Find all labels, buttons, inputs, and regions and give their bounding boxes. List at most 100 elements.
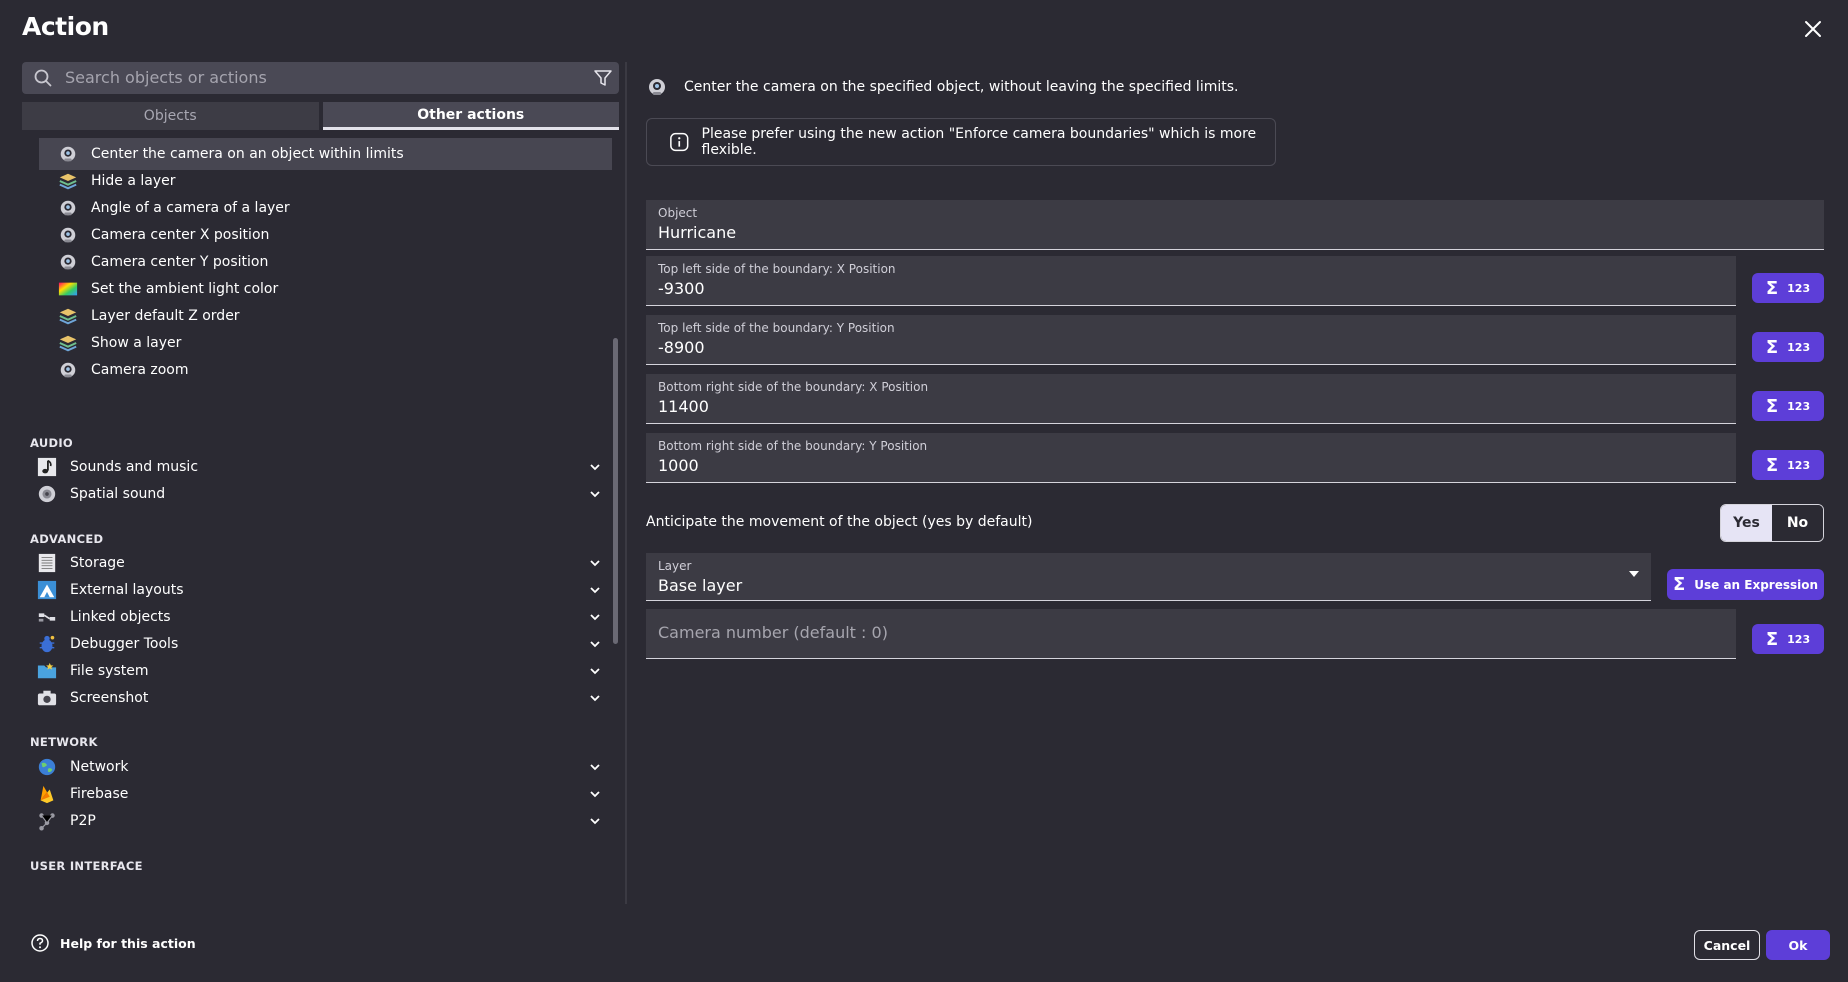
bug-icon bbox=[36, 633, 58, 655]
firebase-icon bbox=[36, 783, 58, 805]
chevron-down-icon bbox=[590, 560, 600, 567]
link-icon bbox=[36, 606, 58, 628]
expression-button[interactable]: Σ 123 bbox=[1752, 450, 1824, 480]
camera-icon bbox=[57, 197, 79, 219]
section-audio: AUDIO bbox=[30, 436, 73, 450]
sigma-icon: Σ bbox=[1765, 395, 1779, 417]
category-screenshot[interactable]: Screenshot bbox=[22, 682, 612, 714]
field-label: Top left side of the boundary: Y Positio… bbox=[658, 321, 895, 335]
list-item-label: Center the camera on an object within li… bbox=[91, 146, 404, 162]
sigma-icon: Σ bbox=[1765, 628, 1779, 650]
sigma-icon: Σ bbox=[1672, 574, 1686, 595]
expression-number-label: 123 bbox=[1787, 632, 1811, 646]
action-list: Center the camera on an object within li… bbox=[22, 138, 612, 904]
expression-button[interactable]: Σ 123 bbox=[1752, 332, 1824, 362]
camera-icon bbox=[57, 143, 79, 165]
list-item-label: Camera zoom bbox=[91, 362, 189, 378]
bottom-right-y-field[interactable]: Bottom right side of the boundary: Y Pos… bbox=[646, 433, 1736, 483]
no-option[interactable]: No bbox=[1772, 505, 1823, 541]
category-label: Storage bbox=[70, 555, 125, 571]
tab-bar: Objects Other actions bbox=[22, 102, 619, 130]
chevron-down-icon bbox=[590, 464, 600, 471]
description-text: Center the camera on the specified objec… bbox=[684, 79, 1239, 95]
cancel-button[interactable]: Cancel bbox=[1694, 930, 1760, 960]
expression-button[interactable]: Σ 123 bbox=[1752, 273, 1824, 303]
category-label: External layouts bbox=[70, 582, 184, 598]
folder-icon bbox=[36, 660, 58, 682]
layer-icon bbox=[57, 332, 79, 354]
camera-icon bbox=[646, 76, 668, 98]
use-expression-button[interactable]: Σ Use an Expression bbox=[1667, 569, 1824, 600]
filter-icon[interactable] bbox=[593, 68, 613, 88]
category-p2p[interactable]: P2P bbox=[22, 805, 612, 837]
search-icon bbox=[34, 69, 52, 87]
list-scrollbar[interactable] bbox=[613, 338, 618, 644]
top-left-x-field[interactable]: Top left side of the boundary: X Positio… bbox=[646, 256, 1736, 306]
tab-other-actions[interactable]: Other actions bbox=[322, 102, 619, 130]
list-item-label: Camera center X position bbox=[91, 227, 270, 243]
p2p-icon bbox=[36, 810, 58, 832]
ok-button[interactable]: Ok bbox=[1766, 930, 1830, 960]
top-left-y-field[interactable]: Top left side of the boundary: Y Positio… bbox=[646, 315, 1736, 365]
dropdown-arrow-icon bbox=[1629, 571, 1639, 577]
category-spatial-sound[interactable]: Spatial sound bbox=[22, 478, 612, 510]
yes-no-toggle[interactable]: Yes No bbox=[1720, 504, 1824, 542]
yes-option[interactable]: Yes bbox=[1721, 505, 1772, 541]
chevron-down-icon bbox=[590, 695, 600, 702]
category-label: Linked objects bbox=[70, 609, 171, 625]
globe-icon bbox=[36, 756, 58, 778]
expression-button[interactable]: Σ 123 bbox=[1752, 391, 1824, 421]
chevron-down-icon bbox=[590, 641, 600, 648]
field-value: -9300 bbox=[658, 279, 705, 298]
layer-icon bbox=[57, 170, 79, 192]
help-label: Help for this action bbox=[60, 935, 196, 951]
close-icon[interactable] bbox=[1800, 16, 1826, 42]
deprecation-notice: Please prefer using the new action "Enfo… bbox=[646, 118, 1276, 166]
object-field[interactable]: Object Hurricane bbox=[646, 200, 1824, 250]
search-placeholder: Search objects or actions bbox=[65, 68, 267, 87]
help-icon bbox=[31, 934, 49, 952]
section-network: NETWORK bbox=[30, 735, 98, 749]
expression-number-label: 123 bbox=[1787, 458, 1811, 472]
field-label: Top left side of the boundary: X Positio… bbox=[658, 262, 896, 276]
screenshot-icon bbox=[36, 687, 58, 709]
section-advanced: ADVANCED bbox=[30, 532, 104, 546]
category-label: Debugger Tools bbox=[70, 636, 179, 652]
field-value: 1000 bbox=[658, 456, 699, 475]
chevron-down-icon bbox=[590, 818, 600, 825]
camera-number-field[interactable]: Camera number (default : 0) bbox=[646, 609, 1736, 659]
chevron-down-icon bbox=[590, 668, 600, 675]
category-label: Sounds and music bbox=[70, 459, 199, 475]
list-item[interactable]: Camera zoom bbox=[39, 354, 612, 386]
tab-objects[interactable]: Objects bbox=[22, 102, 319, 130]
chevron-down-icon bbox=[590, 764, 600, 771]
search-input[interactable]: Search objects or actions bbox=[22, 62, 619, 94]
expression-button[interactable]: Σ 123 bbox=[1752, 624, 1824, 654]
category-label: Firebase bbox=[70, 786, 129, 802]
bottom-right-x-field[interactable]: Bottom right side of the boundary: X Pos… bbox=[646, 374, 1736, 424]
help-link[interactable]: Help for this action bbox=[30, 933, 196, 953]
category-label: P2P bbox=[70, 813, 96, 829]
music-note-icon bbox=[36, 456, 58, 478]
chevron-down-icon bbox=[590, 614, 600, 621]
layer-select[interactable]: Layer Base layer bbox=[646, 553, 1651, 601]
category-label: File system bbox=[70, 663, 149, 679]
notice-text: Please prefer using the new action "Enfo… bbox=[701, 126, 1257, 158]
chevron-down-icon bbox=[590, 791, 600, 798]
list-item-label: Layer default Z order bbox=[91, 308, 240, 324]
field-label: Bottom right side of the boundary: X Pos… bbox=[658, 380, 929, 394]
category-label: Spatial sound bbox=[70, 486, 166, 502]
sigma-icon: Σ bbox=[1765, 336, 1779, 358]
anticipate-label: Anticipate the movement of the object (y… bbox=[646, 514, 1033, 530]
list-item-label: Set the ambient light color bbox=[91, 281, 279, 297]
field-label: Bottom right side of the boundary: Y Pos… bbox=[658, 439, 928, 453]
light-color-icon bbox=[57, 278, 79, 300]
field-value: Hurricane bbox=[658, 223, 737, 242]
section-user-interface: USER INTERFACE bbox=[30, 859, 143, 873]
field-placeholder: Camera number (default : 0) bbox=[658, 623, 888, 642]
list-item-label: Angle of a camera of a layer bbox=[91, 200, 290, 216]
list-item-label: Camera center Y position bbox=[91, 254, 269, 270]
panel-divider bbox=[625, 62, 627, 904]
list-item-label: Show a layer bbox=[91, 335, 182, 351]
expression-number-label: 123 bbox=[1787, 340, 1811, 354]
